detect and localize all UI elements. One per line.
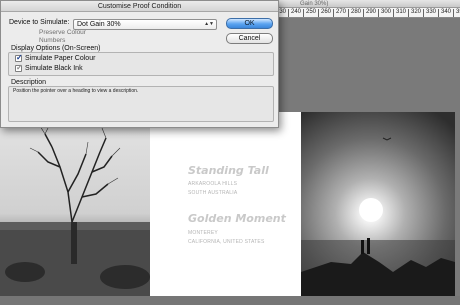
ruler-tick-label: 260 bbox=[318, 9, 331, 17]
customise-proof-dialog: Customise Proof Condition Device to Simu… bbox=[0, 0, 279, 128]
ruler-tick-label: 320 bbox=[408, 9, 421, 17]
device-select-value: Dot Gain 30% bbox=[77, 21, 121, 28]
tree-photo bbox=[0, 112, 150, 296]
caption-line1-1: ARKAROOLA HILLS bbox=[188, 181, 238, 187]
preserve-colour-label: Preserve Colour bbox=[39, 29, 86, 36]
caption-line2-2: CALIFORNIA, UNITED STATES bbox=[188, 239, 265, 245]
canvas-pasteboard bbox=[0, 296, 460, 305]
caption-line1-2: MONTEREY bbox=[188, 230, 218, 236]
simulate-paper-label[interactable]: Simulate Paper Colour bbox=[25, 55, 95, 62]
description-text: Position the pointer over a heading to v… bbox=[13, 88, 139, 94]
ruler-tick-label: 240 bbox=[288, 9, 301, 17]
device-row: Device to Simulate: bbox=[9, 19, 69, 26]
simulate-paper-checkbox[interactable] bbox=[15, 53, 23, 62]
device-select[interactable]: Dot Gain 30% ▲▼ bbox=[73, 19, 217, 30]
device-label: Device to Simulate: bbox=[9, 19, 70, 26]
caption-title-1: Standing Tall bbox=[188, 164, 269, 177]
caption-line2-1: SOUTH AUSTRALIA bbox=[188, 190, 238, 196]
ruler-tick-label: 280 bbox=[348, 9, 361, 17]
simulate-black-row[interactable]: Simulate Black Ink bbox=[15, 63, 83, 72]
numbers-label: Numbers bbox=[39, 37, 66, 44]
document-title: Gain 30%) bbox=[300, 1, 329, 7]
ruler-tick-label: 300 bbox=[378, 9, 391, 17]
simulate-paper-row[interactable]: Simulate Paper Colour bbox=[15, 53, 95, 62]
ruler-tick-label: 310 bbox=[393, 9, 406, 17]
ruler-tick-label: 270 bbox=[333, 9, 346, 17]
simulate-black-checkbox[interactable] bbox=[15, 63, 23, 72]
ruler-tick-label: 350 bbox=[453, 9, 460, 17]
ruler-tick-label: 250 bbox=[303, 9, 316, 17]
cancel-button[interactable]: Cancel bbox=[226, 33, 273, 44]
description-title: Description bbox=[11, 79, 47, 86]
ruler-tick-label: 330 bbox=[423, 9, 436, 17]
ruler-tick-label: 290 bbox=[363, 9, 376, 17]
horizontal-ruler[interactable]: 230240250260270280290300310320330340350 bbox=[270, 8, 460, 18]
simulate-black-label[interactable]: Simulate Black Ink bbox=[25, 65, 83, 72]
select-arrows-icon: ▲▼ bbox=[204, 21, 214, 27]
sunset-photo bbox=[301, 112, 455, 296]
ok-button[interactable]: OK bbox=[226, 18, 273, 29]
ruler-tick-label: 340 bbox=[438, 9, 451, 17]
tree-photo-graphic bbox=[0, 123, 150, 296]
caption-title-2: Golden Moment bbox=[188, 212, 286, 225]
sunset-photo-graphic bbox=[301, 137, 455, 296]
display-options-title: Display Options (On-Screen) bbox=[11, 45, 101, 52]
dialog-titlebar: Customise Proof Condition bbox=[1, 1, 278, 12]
